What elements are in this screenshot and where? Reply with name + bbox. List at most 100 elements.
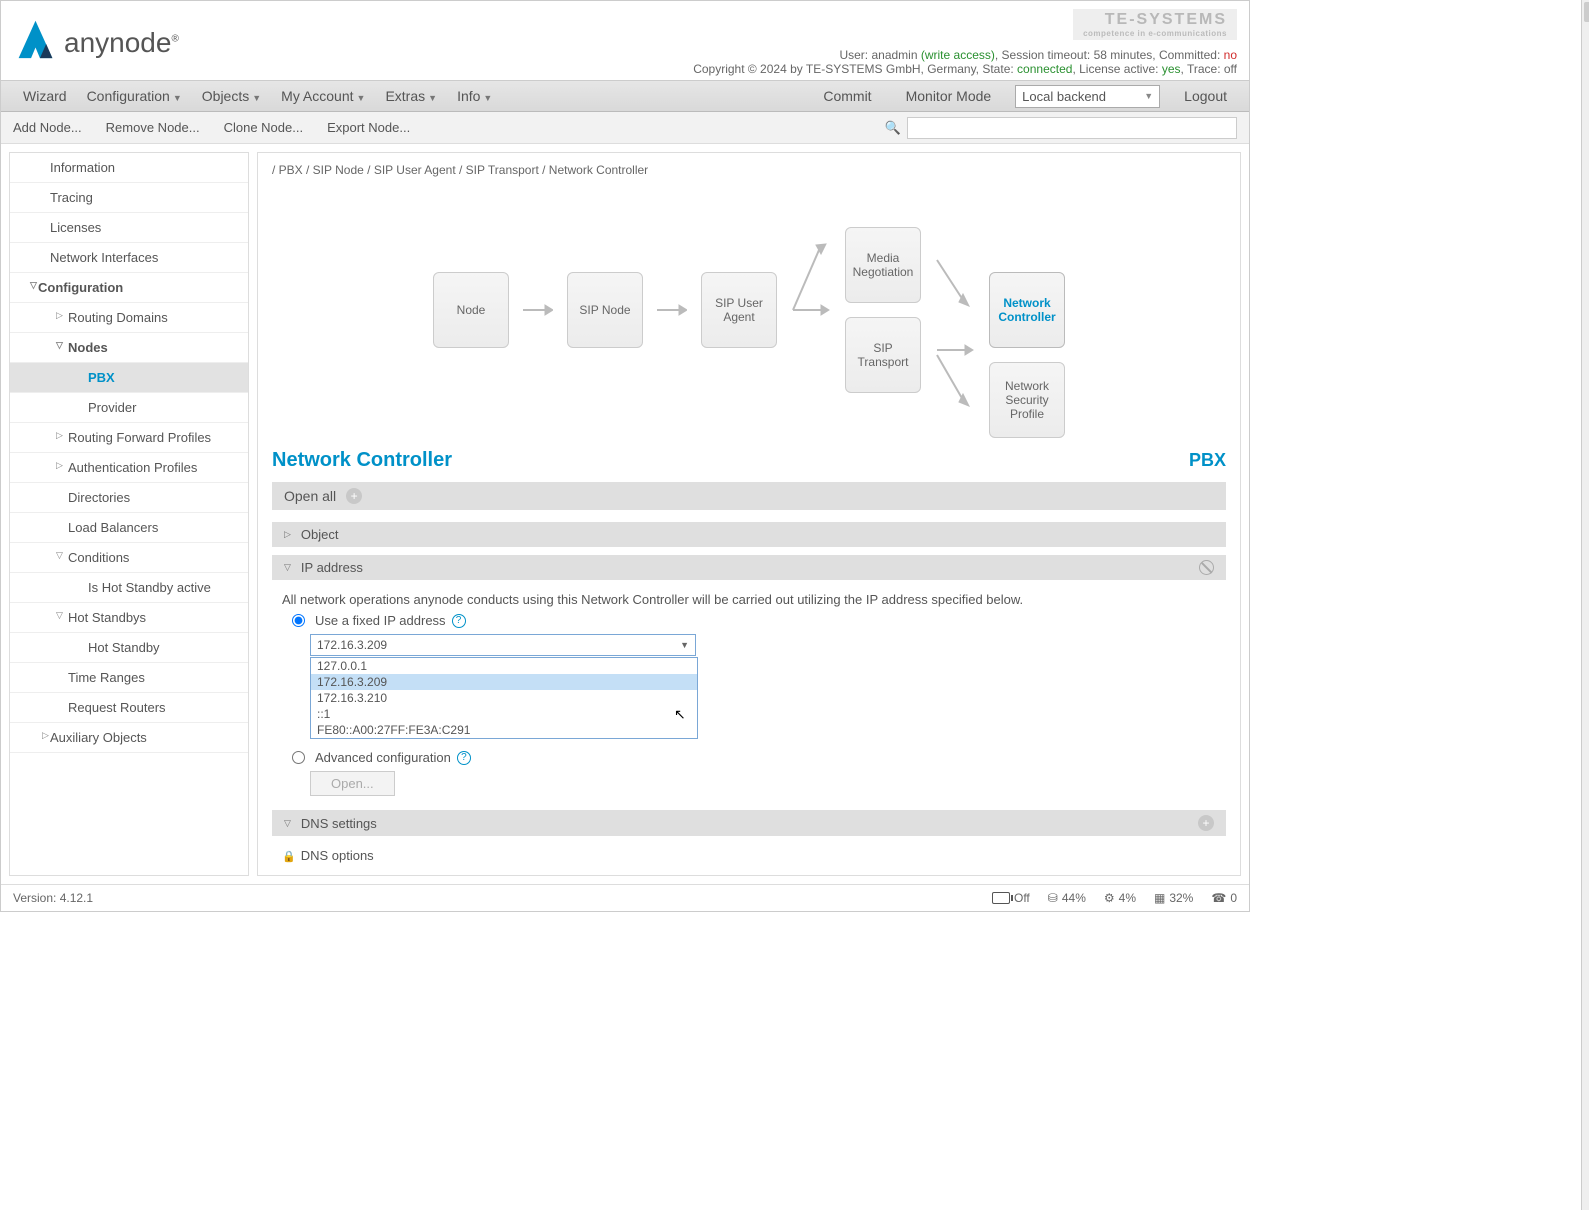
logout-button[interactable]: Logout: [1174, 82, 1237, 110]
monitor-mode-button[interactable]: Monitor Mode: [896, 82, 1002, 110]
expand-icon: ▽: [56, 550, 63, 561]
prohibit-icon: [1199, 560, 1214, 575]
sidebar-item[interactable]: PBX: [10, 363, 248, 393]
commit-button[interactable]: Commit: [813, 82, 881, 110]
sidebar-item-label: Routing Forward Profiles: [68, 430, 211, 445]
sidebar-item[interactable]: ▽Configuration: [10, 273, 248, 303]
sidebar-item[interactable]: ▽Nodes: [10, 333, 248, 363]
help-icon[interactable]: ?: [457, 751, 471, 765]
sidebar-item-label: Network Interfaces: [50, 250, 158, 265]
sidebar-item[interactable]: ▷Routing Forward Profiles: [10, 423, 248, 453]
section-dns[interactable]: ▽ DNS settings +: [272, 810, 1226, 836]
sidebar-item-label: Auxiliary Objects: [50, 730, 147, 745]
ip-description: All network operations anynode conducts …: [282, 592, 1216, 607]
dns-options-label: DNS options: [301, 848, 374, 863]
ip-option[interactable]: ::1: [311, 706, 697, 722]
sidebar: Information Tracing Licenses Network Interf…: [9, 152, 249, 876]
menu-extras[interactable]: Extras▼: [375, 82, 447, 110]
version-label: Version: 4.12.1: [13, 891, 93, 905]
ip-option[interactable]: 172.16.3.209: [311, 674, 697, 690]
search-icon[interactable]: 🔍: [885, 120, 901, 136]
chevron-down-icon: ▽: [284, 562, 291, 573]
diag-node[interactable]: Node: [433, 272, 509, 348]
scrollbar[interactable]: [1581, 0, 1589, 1210]
sidebar-item[interactable]: ▷Routing Domains: [10, 303, 248, 333]
sidebar-item[interactable]: ▽Conditions: [10, 543, 248, 573]
stat-4: ⚙4%: [1104, 891, 1136, 905]
sidebar-item-label: Hot Standby: [88, 640, 160, 655]
sidebar-item[interactable]: ▷Auxiliary Objects: [10, 723, 248, 753]
open-all-bar[interactable]: Open all +: [272, 482, 1226, 510]
ip-select[interactable]: 172.16.3.209 ▼ 127.0.0.1 172.16.3.209 17…: [310, 634, 696, 656]
breadcrumb[interactable]: / PBX / SIP Node / SIP User Agent / SIP …: [272, 163, 1226, 177]
menu-configuration[interactable]: Configuration▼: [77, 82, 192, 110]
diag-sipnode[interactable]: SIP Node: [567, 272, 643, 348]
main-panel: / PBX / SIP Node / SIP User Agent / SIP …: [257, 152, 1241, 876]
arrow-icon: [791, 220, 831, 400]
menu-myaccount[interactable]: My Account▼: [271, 82, 375, 110]
menubar: Wizard Configuration▼ Objects▼ My Accoun…: [1, 80, 1249, 112]
chevron-down-icon: ▽: [284, 818, 291, 829]
sidebar-item-label: Routing Domains: [68, 310, 168, 325]
diag-netctrl[interactable]: Network Controller: [989, 272, 1065, 348]
sidebar-item-label: Information: [50, 160, 115, 175]
sidebar-item[interactable]: Provider: [10, 393, 248, 423]
sidebar-item[interactable]: Is Hot Standby active: [10, 573, 248, 603]
ip-option[interactable]: 172.16.3.210: [311, 690, 697, 706]
plus-icon: +: [346, 488, 362, 504]
sidebar-item[interactable]: Tracing: [10, 183, 248, 213]
sidebar-item[interactable]: ▷Authentication Profiles: [10, 453, 248, 483]
search-input[interactable]: [907, 117, 1237, 139]
diag-sipua[interactable]: SIP User Agent: [701, 272, 777, 348]
menu-info[interactable]: Info▼: [447, 82, 502, 110]
clone-node-button[interactable]: Clone Node...: [224, 120, 304, 135]
sidebar-item[interactable]: Time Ranges: [10, 663, 248, 693]
page-title: Network Controller: [272, 449, 452, 472]
section-ip[interactable]: ▽ IP address: [272, 555, 1226, 580]
sidebar-item[interactable]: Hot Standby: [10, 633, 248, 663]
sidebar-item-label: Tracing: [50, 190, 93, 205]
header: anynode® TE-SYSTEMScompetence in e-commu…: [1, 1, 1249, 80]
sidebar-item[interactable]: Information: [10, 153, 248, 183]
menu-objects[interactable]: Objects▼: [192, 82, 271, 110]
expand-icon: ▽: [30, 280, 37, 291]
sidebar-item-label: Load Balancers: [68, 520, 158, 535]
sidebar-item[interactable]: ▽ Hot Standbys: [10, 603, 248, 633]
ip-option[interactable]: 127.0.0.1: [311, 658, 697, 674]
sidebar-item[interactable]: Directories: [10, 483, 248, 513]
sidebar-item[interactable]: Licenses: [10, 213, 248, 243]
footer: Version: 4.12.1 Off ⛁44% ⚙4% ▦32% ☎0: [1, 884, 1249, 911]
sidebar-item-label: Hot Standbys: [68, 610, 146, 625]
expand-icon: ▽: [56, 610, 63, 621]
diag-siptrans[interactable]: SIP Transport: [845, 317, 921, 393]
phone-icon: ☎: [1211, 891, 1226, 905]
section-object[interactable]: ▷ Object: [272, 522, 1226, 547]
export-node-button[interactable]: Export Node...: [327, 120, 410, 135]
sidebar-item[interactable]: Request Routers: [10, 693, 248, 723]
ip-dropdown: 127.0.0.1 172.16.3.209 172.16.3.210 ::1 …: [310, 657, 698, 739]
toolbar: Add Node... Remove Node... Clone Node...…: [1, 112, 1249, 144]
sidebar-item[interactable]: Network Interfaces: [10, 243, 248, 273]
stat-0: ☎0: [1211, 891, 1237, 905]
brand-text: anynode®: [64, 27, 179, 59]
expand-icon: ▷: [42, 730, 49, 741]
page-subtitle: PBX: [1189, 450, 1226, 471]
help-icon[interactable]: ?: [452, 614, 466, 628]
battery-icon: [992, 892, 1010, 904]
sidebar-item[interactable]: Load Balancers: [10, 513, 248, 543]
backend-select[interactable]: Local backend▼: [1015, 85, 1160, 108]
add-node-button[interactable]: Add Node...: [13, 120, 82, 135]
radio-advanced[interactable]: [292, 751, 305, 764]
radio-fixed-ip[interactable]: [292, 614, 305, 627]
label-advanced: Advanced configuration: [315, 750, 451, 765]
ip-option[interactable]: FE80::A00:27FF:FE3A:C291: [311, 722, 697, 738]
chevron-down-icon: ▼: [680, 640, 689, 650]
diag-media[interactable]: Media Negotiation: [845, 227, 921, 303]
menu-wizard[interactable]: Wizard: [13, 82, 77, 110]
open-button[interactable]: Open...: [310, 771, 395, 796]
remove-node-button[interactable]: Remove Node...: [106, 120, 200, 135]
logo-icon: [13, 19, 58, 67]
diag-netsec[interactable]: Network Security Profile: [989, 362, 1065, 438]
te-systems-logo: TE-SYSTEMScompetence in e-communications: [1073, 9, 1237, 40]
sidebar-item-label: Time Ranges: [68, 670, 145, 685]
